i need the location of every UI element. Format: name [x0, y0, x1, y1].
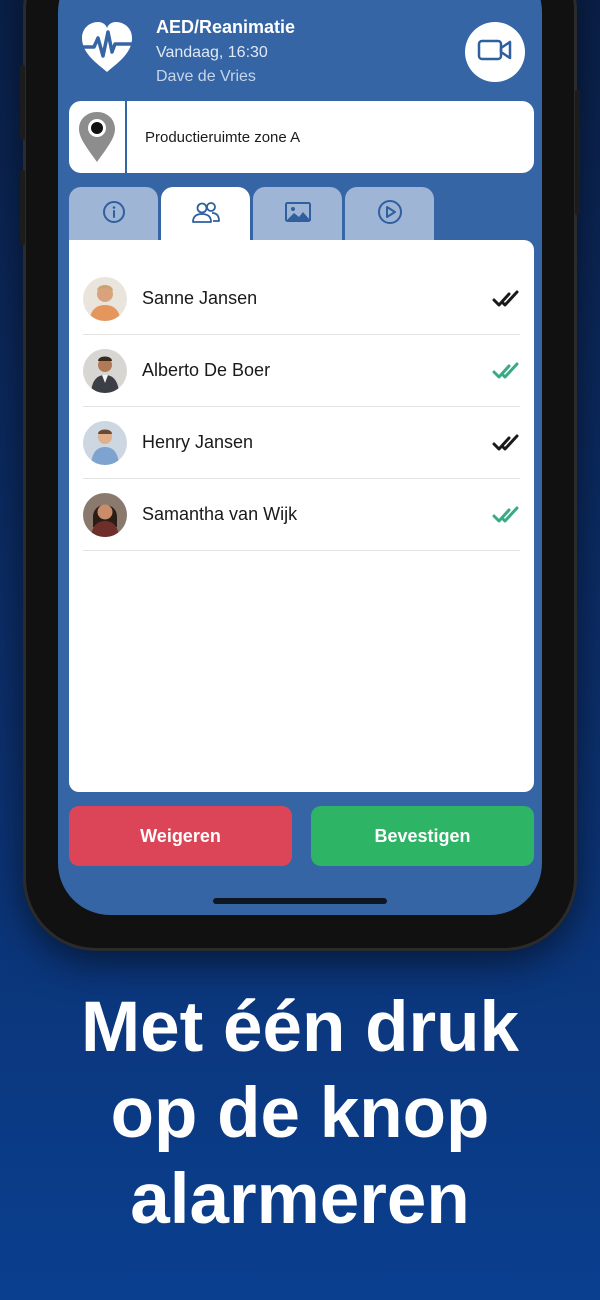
decline-button[interactable]: Weigeren — [69, 806, 292, 866]
tab-video[interactable] — [345, 187, 434, 241]
people-icon — [190, 200, 222, 229]
home-indicator[interactable] — [213, 898, 387, 904]
double-check-icon — [492, 431, 520, 455]
contact-name: Henry Jansen — [142, 432, 254, 452]
contact-name: Sanne Jansen — [142, 288, 258, 308]
avatar — [83, 492, 127, 537]
info-icon — [102, 200, 126, 229]
double-check-icon — [492, 287, 520, 311]
phone-side-button — [20, 170, 25, 245]
avatar — [83, 420, 127, 465]
double-check-icon — [492, 359, 520, 383]
alert-title: AED/Reanimatie — [156, 17, 296, 37]
confirm-button[interactable]: Bevestigen — [311, 806, 534, 866]
phone-side-button — [20, 65, 25, 140]
video-call-button[interactable] — [465, 22, 525, 82]
phone-screen: AED/Reanimatie Vandaag, 16:30 Dave de Vr… — [58, 0, 542, 915]
phone-power-button — [575, 90, 580, 215]
heart-pulse-icon — [78, 20, 136, 76]
contact-row[interactable]: Sanne Jansen — [83, 263, 520, 335]
location-text: Productieruimte zone A — [145, 128, 301, 146]
tab-people[interactable] — [161, 187, 250, 241]
image-icon — [284, 201, 312, 228]
play-icon — [377, 199, 403, 230]
alert-datetime: Vandaag, 16:30 — [156, 44, 268, 61]
slogan-line: alarmeren — [130, 1160, 470, 1239]
contact-row[interactable]: Samantha van Wijk — [83, 479, 520, 551]
double-check-icon — [492, 503, 520, 527]
contact-row[interactable]: Alberto De Boer — [83, 335, 520, 407]
slogan-line: Met één druk — [81, 988, 519, 1067]
contact-name: Samantha van Wijk — [142, 504, 298, 524]
tab-info[interactable] — [69, 187, 158, 241]
location-card[interactable]: Productieruimte zone A — [69, 101, 534, 173]
contact-name: Alberto De Boer — [142, 360, 271, 380]
avatar — [83, 276, 127, 321]
video-camera-icon — [477, 38, 513, 67]
contact-row[interactable]: Henry Jansen — [83, 407, 520, 479]
avatar — [83, 348, 127, 393]
contacts-panel: Sanne Jansen Alberto De Boer Henry Janse… — [69, 240, 534, 792]
alert-user: Dave de Vries — [156, 68, 256, 85]
map-pin-icon — [69, 101, 127, 173]
tab-images[interactable] — [253, 187, 342, 241]
slogan: Met één druk op de knop alarmeren — [0, 985, 600, 1243]
slogan-line: op de knop — [110, 1074, 490, 1153]
